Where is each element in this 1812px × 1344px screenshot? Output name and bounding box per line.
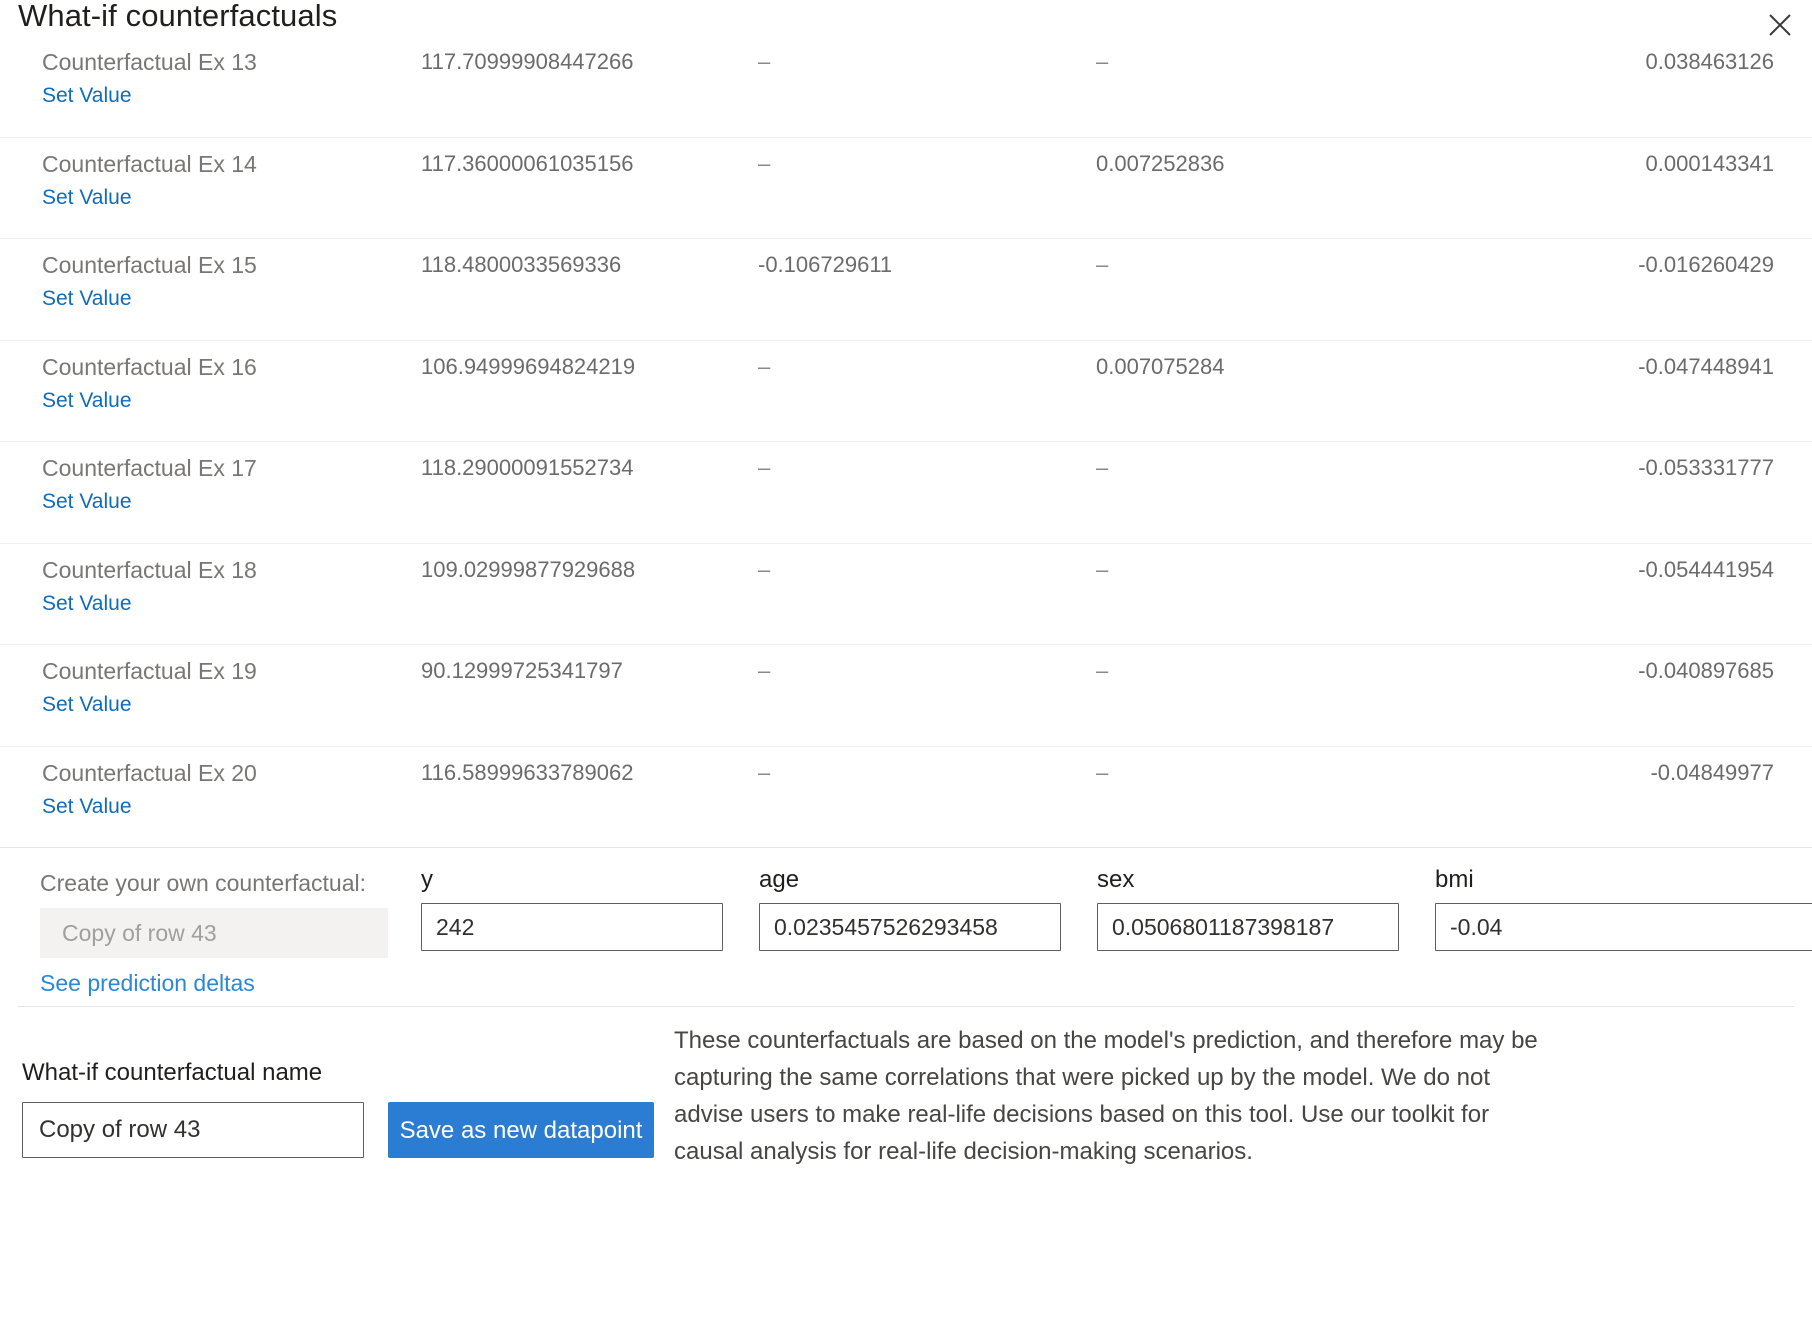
table-row: Counterfactual Ex 18 Set Value 109.0299987… <box>0 544 1812 645</box>
cell-column-4: -0.016260429 <box>1638 252 1774 277</box>
table-row: Counterfactual Ex 20 Set Value 116.5899963… <box>0 747 1812 848</box>
field-group-sex: sex <box>1097 866 1399 951</box>
cell-column-1: 106.94999694824219 <box>421 353 636 379</box>
cell-column-1: 116.58999633789062 <box>421 759 634 785</box>
cell-column-3: – <box>1096 556 1109 582</box>
cell-column-2: – <box>758 759 771 785</box>
field-input-y[interactable] <box>421 903 723 951</box>
cell-column-2: – <box>758 353 771 379</box>
field-group-age: age <box>759 866 1061 951</box>
counterfactual-row-label: Counterfactual Ex 16 <box>42 353 257 380</box>
cell-column-4: -0.040897685 <box>1638 658 1774 683</box>
table-row: Counterfactual Ex 16 Set Value 106.9499969… <box>0 341 1812 442</box>
field-input-age[interactable] <box>759 903 1061 951</box>
cell-column-2: -0.106729611 <box>758 252 893 277</box>
counterfactual-row-label: Counterfactual Ex 17 <box>42 455 257 481</box>
counterfactual-row-label: Counterfactual Ex 18 <box>42 556 257 583</box>
counterfactual-row-label: Counterfactual Ex 20 <box>42 759 257 786</box>
cell-column-3: 0.007075284 <box>1096 353 1225 379</box>
cell-column-1: 118.4800033569336 <box>421 252 622 277</box>
set-value-link[interactable]: Set Value <box>42 490 132 514</box>
table-row: Counterfactual Ex 13 Set Value 117.7099990… <box>0 36 1812 138</box>
set-value-link[interactable]: Set Value <box>42 287 132 311</box>
cell-column-4: 0.038463126 <box>1645 49 1774 74</box>
cell-column-4: -0.047448941 <box>1638 353 1774 379</box>
table-row: Counterfactual Ex 14 Set Value 117.3600006… <box>0 138 1812 239</box>
cell-column-3: – <box>1096 252 1109 277</box>
cell-column-2: – <box>758 49 771 74</box>
set-value-link[interactable]: Set Value <box>42 592 132 616</box>
footer-divider <box>18 1006 1794 1007</box>
disclaimer-text: These counterfactuals are based on the m… <box>674 1027 1538 1165</box>
cell-column-3: 0.007252836 <box>1096 150 1225 176</box>
table-row: Counterfactual Ex 19 Set Value 90.12999725… <box>0 645 1812 747</box>
field-input-bmi[interactable] <box>1435 903 1812 951</box>
cell-column-2: – <box>758 556 771 582</box>
cell-column-3: – <box>1096 658 1109 683</box>
cell-column-1: 118.29000091552734 <box>421 455 634 480</box>
counterfactual-row-label: Counterfactual Ex 13 <box>42 49 257 75</box>
field-label-y: y <box>421 866 433 893</box>
field-group-bmi: bmi <box>1435 866 1812 951</box>
cell-column-1: 109.02999877929688 <box>421 556 636 582</box>
counterfactual-row-label: Counterfactual Ex 15 <box>42 252 257 278</box>
field-group-y: y <box>421 866 723 951</box>
set-value-link[interactable]: Set Value <box>42 186 132 210</box>
cell-column-2: – <box>758 658 771 683</box>
cell-column-3: – <box>1096 455 1109 480</box>
see-prediction-deltas-link[interactable]: See prediction deltas <box>40 970 255 997</box>
counterfactual-name-input[interactable] <box>22 1102 364 1158</box>
field-label-bmi: bmi <box>1435 866 1474 893</box>
page-title: What-if counterfactuals <box>18 0 338 33</box>
footer-section: What-if counterfactual name Save as new … <box>0 1014 1812 1344</box>
counterfactual-name-label: What-if counterfactual name <box>22 1059 323 1086</box>
set-value-link[interactable]: Set Value <box>42 389 132 413</box>
table-row: Counterfactual Ex 15 Set Value 118.4800033… <box>0 239 1812 341</box>
cell-column-3: – <box>1096 49 1109 74</box>
save-as-new-datapoint-button[interactable]: Save as new datapoint <box>388 1102 654 1158</box>
create-counterfactual-label: Create your own counterfactual: <box>40 870 367 896</box>
cell-column-4: -0.04849977 <box>1650 759 1774 785</box>
set-value-link[interactable]: Set Value <box>42 795 132 819</box>
counterfactual-row-label: Counterfactual Ex 14 <box>42 150 257 177</box>
cell-column-3: – <box>1096 759 1109 785</box>
close-icon <box>1767 12 1793 38</box>
cell-column-1: 117.36000061035156 <box>421 150 634 176</box>
cell-column-4: -0.053331777 <box>1638 455 1774 480</box>
field-input-sex[interactable] <box>1097 903 1399 951</box>
field-label-sex: sex <box>1097 866 1135 893</box>
table-row: Counterfactual Ex 17 Set Value 118.2900009… <box>0 442 1812 544</box>
cell-column-1: 90.12999725341797 <box>421 658 623 683</box>
set-value-link[interactable]: Set Value <box>42 693 132 717</box>
set-value-link[interactable]: Set Value <box>42 84 132 108</box>
counterfactual-row-name-readonly: Copy of row 43 <box>40 908 388 958</box>
counterfactual-row-label: Counterfactual Ex 19 <box>42 658 257 684</box>
counterfactuals-table: Counterfactual Ex 13 Set Value 117.7099990… <box>0 36 1812 848</box>
cell-column-1: 117.70999908447266 <box>421 49 634 74</box>
cell-column-4: -0.054441954 <box>1638 556 1774 582</box>
cell-column-2: – <box>758 150 771 176</box>
cell-column-4: 0.000143341 <box>1645 150 1774 176</box>
field-label-age: age <box>759 866 800 893</box>
cell-column-2: – <box>758 455 771 480</box>
create-counterfactual-section: Create your own counterfactual: Copy of … <box>0 848 1812 1002</box>
